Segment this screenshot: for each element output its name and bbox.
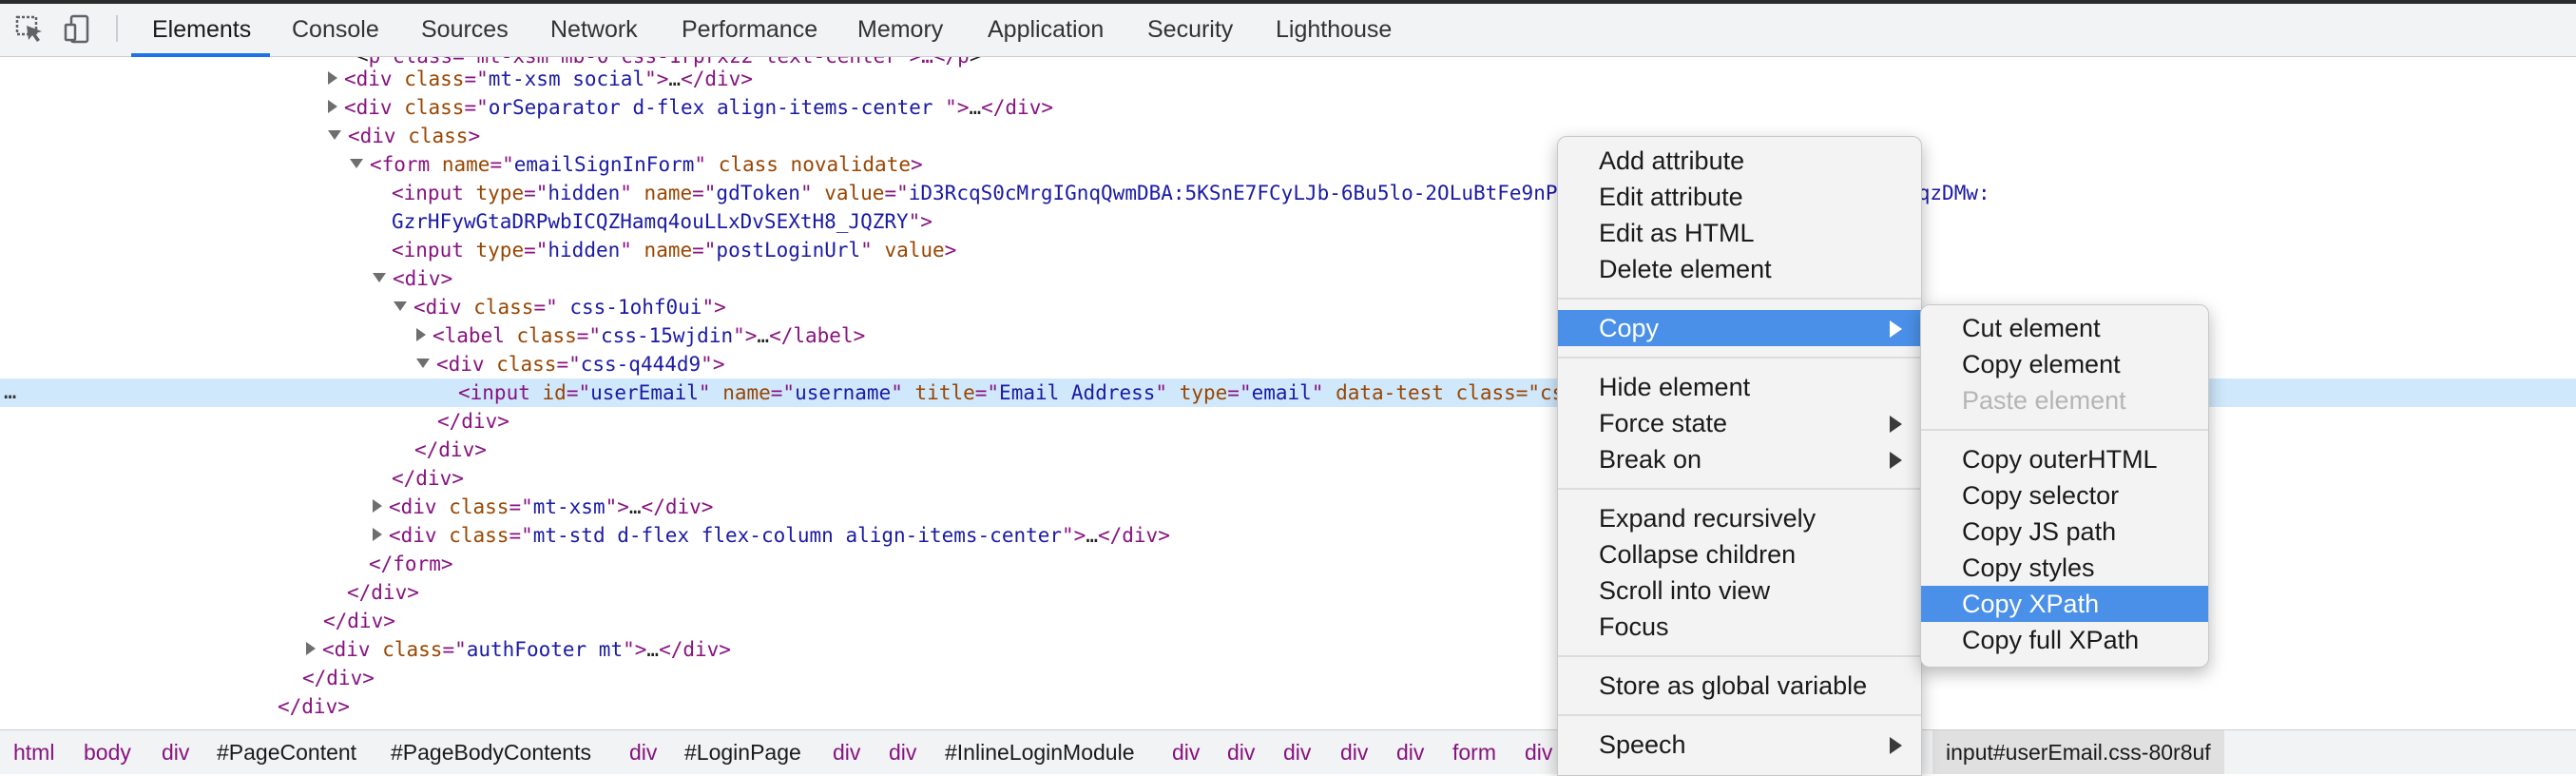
expand-triangle-icon[interactable]	[373, 499, 382, 513]
menu-item-break-on-label: Break on	[1599, 445, 1702, 474]
tree-row[interactable]: <input type="hidden" name="postLoginUrl"…	[0, 236, 2576, 264]
expand-triangle-icon[interactable]	[306, 642, 316, 655]
tab-application[interactable]: Application	[988, 0, 1104, 57]
breadcrumb-item[interactable]: div	[162, 730, 189, 774]
breadcrumb-item[interactable]: div	[1340, 730, 1368, 774]
breadcrumb-item[interactable]: div	[1172, 730, 1200, 774]
breadcrumb-item[interactable]: #InlineLoginModule	[945, 730, 1135, 774]
submenu-arrow-icon	[1890, 416, 1902, 433]
breadcrumb-item[interactable]: #PageContent	[217, 730, 356, 774]
menu-divider	[1558, 357, 1921, 359]
submenu-item-copy-full-xpath[interactable]: Copy full XPath	[1921, 622, 2208, 658]
tree-row[interactable]: <form name="emailSignInForm" class noval…	[0, 150, 2576, 179]
tab-security[interactable]: Security	[1147, 0, 1233, 57]
breadcrumb-selected-item[interactable]: input#userEmail.css-80r8uf	[1932, 730, 2224, 774]
breadcrumb-item[interactable]: html	[13, 730, 54, 774]
submenu-item-copy-js-path[interactable]: Copy JS path	[1921, 514, 2208, 550]
submenu-item-paste-element: Paste element	[1962, 386, 2126, 415]
breadcrumb-item[interactable]: body	[84, 730, 131, 774]
menu-divider	[1558, 488, 1921, 490]
menu-divider	[1558, 714, 1921, 716]
menu-item-copy[interactable]: Copy	[1558, 310, 1921, 346]
menu-item-collapse-children[interactable]: Collapse children	[1558, 536, 1921, 572]
breadcrumb-item[interactable]: div	[629, 730, 657, 774]
breadcrumb-item[interactable]: div	[1227, 730, 1255, 774]
tab-performance[interactable]: Performance	[682, 0, 817, 57]
collapse-triangle-icon[interactable]	[416, 359, 430, 368]
breadcrumb-item[interactable]: div	[889, 730, 916, 774]
menu-item-store-as-global-variable[interactable]: Store as global variable	[1558, 668, 1921, 704]
menu-item-hide-element[interactable]: Hide element	[1558, 369, 1921, 405]
submenu-arrow-icon	[1890, 320, 1902, 338]
tab-console[interactable]: Console	[292, 0, 379, 57]
breadcrumb-item[interactable]: #LoginPage	[684, 730, 801, 774]
expand-triangle-icon[interactable]	[416, 328, 426, 341]
submenu-arrow-icon	[1890, 452, 1902, 469]
submenu-arrow-icon	[1890, 737, 1902, 754]
menu-item-speech-label: Speech	[1599, 730, 1686, 759]
toolbar-divider	[116, 15, 118, 42]
tree-row[interactable]: <div>	[0, 264, 2576, 293]
collapse-triangle-icon[interactable]	[328, 130, 341, 140]
menu-item-force-state[interactable]: Force state	[1558, 405, 1921, 441]
devtools-toolbar: Elements Console Sources Network Perform…	[0, 0, 2576, 57]
menu-item-focus[interactable]: Focus	[1558, 609, 1921, 645]
menu-item-break-on[interactable]: Break on	[1558, 441, 1921, 477]
breadcrumb-item[interactable]: div	[1396, 730, 1424, 774]
tab-memory[interactable]: Memory	[857, 0, 943, 57]
submenu-item-copy-styles[interactable]: Copy styles	[1921, 550, 2208, 586]
menu-divider	[1558, 655, 1921, 657]
row-actions-icon[interactable]: …	[4, 378, 16, 407]
expand-triangle-icon[interactable]	[373, 528, 382, 541]
menu-item-delete-element[interactable]: Delete element	[1558, 251, 1921, 287]
menu-item-scroll-into-view[interactable]: Scroll into view	[1558, 572, 1921, 609]
collapse-triangle-icon[interactable]	[394, 301, 407, 311]
menu-divider	[1921, 429, 2208, 431]
menu-item-copy-label: Copy	[1599, 314, 1660, 342]
submenu-item-cut-element[interactable]: Cut element	[1921, 310, 2208, 346]
collapse-triangle-icon[interactable]	[373, 273, 386, 282]
tree-row[interactable]: </div>	[0, 664, 2576, 692]
breadcrumb: html body div #PageContent #PageBodyCont…	[0, 729, 2576, 774]
tab-elements[interactable]: Elements	[152, 0, 251, 57]
tree-row[interactable]: </div>	[0, 692, 2576, 721]
breadcrumb-item[interactable]: div	[1283, 730, 1311, 774]
copy-submenu: Cut element Copy element Paste element C…	[1920, 304, 2209, 668]
submenu-item-copy-outerhtml[interactable]: Copy outerHTML	[1921, 441, 2208, 477]
tree-row[interactable]: <input type="hidden" name="gdToken" valu…	[0, 179, 2576, 207]
collapse-triangle-icon[interactable]	[350, 159, 363, 168]
breadcrumb-item[interactable]: #PageBodyContents	[391, 730, 591, 774]
expand-triangle-icon[interactable]	[328, 100, 337, 113]
inspect-element-icon[interactable]	[14, 13, 47, 46]
menu-item-speech[interactable]: Speech	[1558, 727, 1921, 763]
menu-item-expand-recursively[interactable]: Expand recursively	[1558, 500, 1921, 536]
expand-triangle-icon[interactable]	[328, 71, 337, 85]
tab-sources[interactable]: Sources	[421, 0, 509, 57]
context-menu: Add attribute Edit attribute Edit as HTM…	[1557, 136, 1922, 776]
menu-item-add-attribute[interactable]: Add attribute	[1558, 143, 1921, 179]
menu-item-edit-attribute[interactable]: Edit attribute	[1558, 179, 1921, 215]
device-toolbar-icon[interactable]	[63, 13, 95, 46]
menu-item-edit-as-html[interactable]: Edit as HTML	[1558, 215, 1921, 251]
menu-item-force-state-label: Force state	[1599, 409, 1728, 437]
breadcrumb-item[interactable]: div	[833, 730, 860, 774]
breadcrumb-item[interactable]: div	[1525, 730, 1552, 774]
breadcrumb-item[interactable]: form	[1452, 730, 1496, 774]
tree-row[interactable]: <div class>	[0, 122, 2576, 150]
tree-row[interactable]: GzrHFywGtaDRPwbICQZHamq4ouLLxDvSEXtH8_JQ…	[0, 207, 2576, 236]
submenu-item-copy-selector[interactable]: Copy selector	[1921, 477, 2208, 514]
submenu-item-copy-element[interactable]: Copy element	[1921, 346, 2208, 382]
tree-row[interactable]: <div class="mt-xsm social">…</div>	[0, 65, 2576, 93]
tree-row[interactable]: <div class="orSeparator d-flex align-ite…	[0, 93, 2576, 122]
submenu-item-copy-xpath[interactable]: Copy XPath	[1921, 586, 2208, 622]
menu-divider	[1558, 298, 1921, 300]
tab-network[interactable]: Network	[550, 0, 638, 57]
tab-lighthouse[interactable]: Lighthouse	[1276, 0, 1392, 57]
